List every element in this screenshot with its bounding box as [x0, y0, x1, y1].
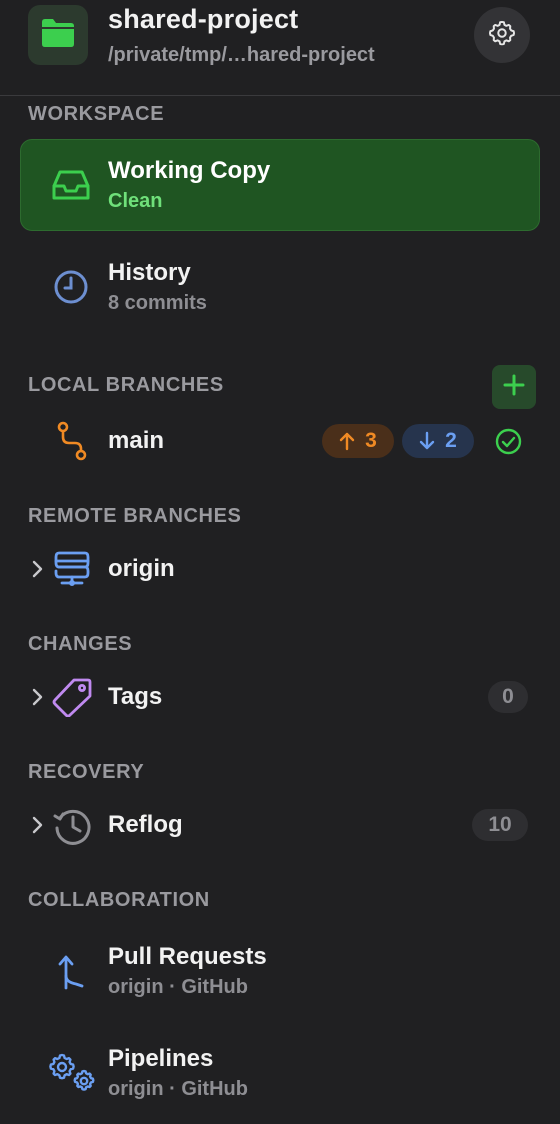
remote-name: origin	[108, 555, 175, 582]
gear-icon	[488, 19, 516, 52]
check-circle-icon	[495, 428, 522, 455]
ahead-count: 3	[365, 429, 377, 452]
project-name: shared-project	[108, 4, 299, 34]
behind-count: 2	[445, 429, 457, 452]
branch-name: main	[108, 427, 165, 454]
history-item[interactable]	[20, 245, 540, 333]
section-recovery: RECOVERY	[28, 761, 145, 783]
section-remote-branches: REMOTE BRANCHES	[28, 505, 242, 527]
working-copy-status: Clean	[108, 190, 163, 212]
tag-icon	[52, 677, 92, 717]
history-icon	[52, 806, 92, 846]
arrow-down-icon	[419, 431, 435, 451]
reflog-count: 10	[472, 809, 528, 841]
section-local-branches: LOCAL BRANCHES	[28, 374, 224, 396]
tags-item[interactable]	[20, 673, 540, 723]
history-subtitle: 8 commits	[108, 292, 207, 314]
section-workspace: WORKSPACE	[28, 103, 165, 125]
pull-requests-title: Pull Requests	[108, 943, 267, 970]
pipelines-title: Pipelines	[108, 1045, 214, 1072]
history-title: History	[108, 259, 191, 286]
arrow-up-icon	[339, 431, 355, 451]
folder-icon	[40, 18, 76, 53]
add-branch-button[interactable]	[492, 365, 536, 409]
working-copy-item[interactable]	[20, 139, 540, 231]
settings-button[interactable]	[474, 7, 530, 63]
clock-icon	[53, 269, 89, 305]
pull-requests-subtitle: origin · GitHub	[108, 976, 248, 998]
pipelines-subtitle: origin · GitHub	[108, 1078, 248, 1100]
section-collaboration: COLLABORATION	[28, 889, 210, 911]
behind-count-badge: 2	[402, 424, 474, 458]
chevron-right-icon[interactable]	[26, 558, 48, 580]
chevron-right-icon[interactable]	[26, 686, 48, 708]
project-folder-tile[interactable]	[28, 5, 88, 65]
gears-icon	[48, 1052, 96, 1094]
remote-item-origin[interactable]	[20, 545, 540, 595]
chevron-right-icon[interactable]	[26, 814, 48, 836]
sidebar-header: shared-project /private/tmp/…hared-proje…	[0, 0, 560, 96]
tags-count: 0	[488, 681, 528, 713]
project-path: /private/tmp/…hared-project	[108, 44, 375, 66]
pipelines-item[interactable]	[20, 1032, 540, 1118]
reflog-label: Reflog	[108, 811, 183, 838]
pull-request-icon	[56, 950, 88, 990]
ahead-count-badge: 3	[322, 424, 394, 458]
pull-requests-item[interactable]	[20, 930, 540, 1016]
branch-icon	[56, 421, 88, 461]
section-changes: CHANGES	[28, 633, 133, 655]
inbox-icon	[50, 166, 92, 204]
tags-label: Tags	[108, 683, 163, 710]
working-copy-title: Working Copy	[108, 157, 271, 184]
plus-icon	[503, 374, 525, 401]
server-icon	[53, 549, 91, 587]
reflog-item[interactable]	[20, 801, 540, 851]
